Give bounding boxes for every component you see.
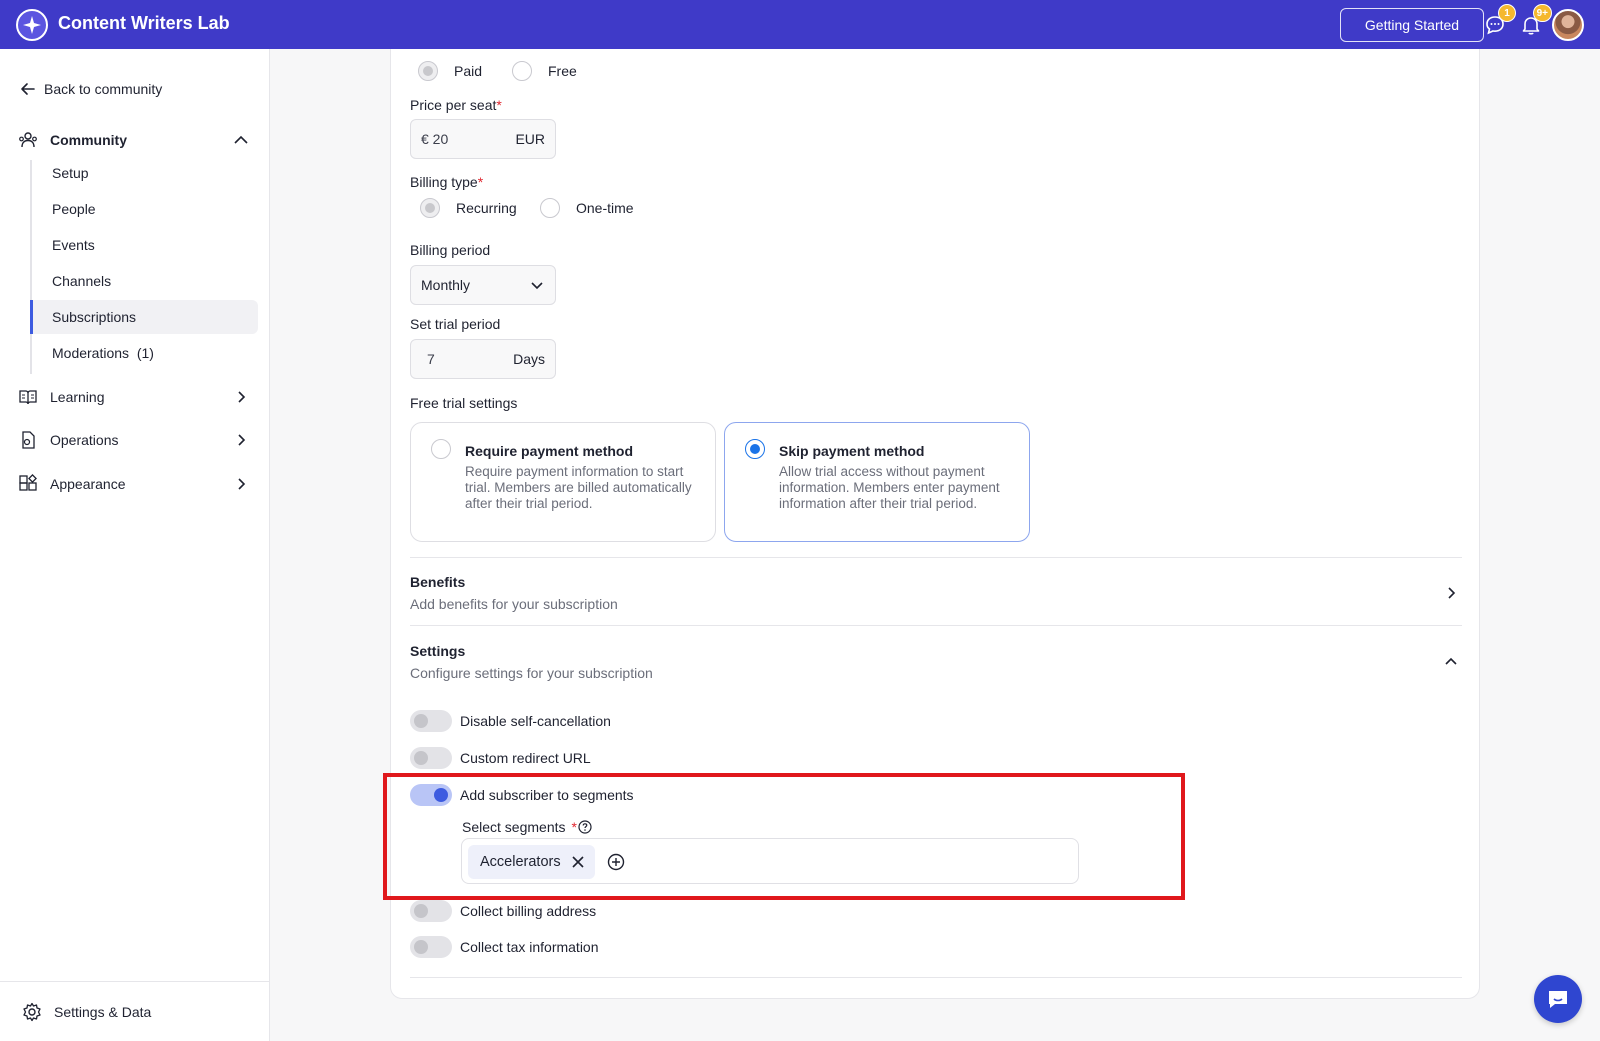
settings-section-header[interactable]: Settings Configure settings for your sub… (410, 643, 1462, 683)
require-payment-radio[interactable] (431, 439, 451, 459)
billing-period-select[interactable]: Monthly (410, 265, 556, 305)
messages-button[interactable]: 1 (1482, 4, 1516, 38)
custom-redirect-url-toggle[interactable] (410, 747, 452, 769)
chevron-down-icon (531, 282, 543, 290)
toggle-label: Custom redirect URL (460, 750, 591, 766)
paid-radio[interactable] (418, 61, 438, 81)
divider (410, 557, 1462, 558)
chevron-up-icon (234, 135, 248, 144)
benefits-section-header[interactable]: Benefits Add benefits for your subscript… (410, 574, 1462, 614)
chevron-up-icon (1445, 657, 1457, 665)
operations-label: Operations (50, 432, 119, 448)
nav-learning[interactable]: Learning (18, 384, 250, 410)
chevron-right-icon (238, 434, 246, 446)
divider (410, 625, 1462, 626)
back-label: Back to community (44, 81, 163, 97)
currency-label: EUR (515, 131, 545, 147)
book-icon (19, 390, 37, 405)
billing-period-label: Billing period (410, 242, 491, 258)
free-label: Free (548, 63, 577, 79)
support-chat-button[interactable] (1534, 975, 1582, 1023)
learning-label: Learning (50, 389, 105, 405)
back-to-community-link[interactable]: Back to community (20, 81, 162, 97)
price-per-seat-label: Price per seat* (410, 97, 502, 113)
appearance-label: Appearance (50, 476, 126, 492)
one-time-label: One-time (576, 200, 634, 216)
require-payment-desc: Require payment information to start tri… (465, 464, 692, 511)
notifications-button[interactable]: 9+ (1518, 4, 1552, 38)
sparkle-icon (23, 16, 41, 34)
chevron-right-icon (238, 391, 246, 403)
gear-icon (23, 1002, 41, 1021)
toggle-row-collect-tax-information: Collect tax information (410, 936, 599, 958)
one-time-radio[interactable] (540, 198, 560, 218)
sidebar-item-subscriptions[interactable]: Subscriptions (30, 300, 258, 334)
user-avatar[interactable] (1552, 9, 1584, 41)
benefits-title: Benefits (410, 574, 466, 590)
require-payment-option[interactable]: Require payment method Require payment i… (410, 422, 716, 542)
sidebar-item-events[interactable]: Events (30, 228, 258, 262)
trial-period-label: Set trial period (410, 316, 501, 332)
toggle-row-collect-billing-address: Collect billing address (410, 900, 596, 922)
settings-subtitle: Configure settings for your subscription (410, 665, 653, 681)
notifications-badge: 9+ (1532, 4, 1552, 22)
app-title[interactable]: Content Writers Lab (58, 13, 230, 34)
pricing-free-option[interactable]: Free (512, 61, 577, 81)
community-label: Community (50, 132, 127, 148)
skip-payment-radio[interactable] (745, 439, 765, 459)
toggle-row-custom-redirect-url: Custom redirect URL (410, 747, 591, 769)
billing-one-time-option[interactable]: One-time (540, 198, 634, 218)
top-bar: Content Writers Lab Getting Started 1 9+ (0, 0, 1600, 49)
billing-period-value: Monthly (421, 277, 471, 293)
billing-type-label: Billing type* (410, 174, 484, 190)
skip-payment-title: Skip payment method (779, 443, 925, 459)
nav-community[interactable]: Community (18, 127, 250, 153)
widgets-icon (19, 474, 37, 491)
toggle-label: Collect billing address (460, 903, 597, 919)
toggle-label: Collect tax information (460, 939, 599, 955)
billing-recurring-option[interactable]: Recurring (420, 198, 517, 218)
nav-appearance[interactable]: Appearance (18, 471, 250, 497)
price-value: € 20 (421, 131, 449, 147)
free-radio[interactable] (512, 61, 532, 81)
paid-label: Paid (454, 63, 483, 79)
getting-started-button[interactable]: Getting Started (1340, 8, 1484, 42)
trial-period-input[interactable]: 7 Days (410, 339, 556, 379)
require-payment-title: Require payment method (465, 443, 634, 459)
nav-operations[interactable]: Operations (18, 427, 250, 453)
sidebar: Back to community Community Setup People… (0, 49, 270, 1041)
pricing-paid-option[interactable]: Paid (418, 61, 482, 81)
trial-value: 7 (427, 351, 435, 367)
sidebar-item-people[interactable]: People (30, 192, 258, 226)
skip-payment-desc: Allow trial access without payment infor… (779, 464, 1000, 511)
toggle-label: Disable self-cancellation (460, 713, 611, 729)
chevron-right-icon (238, 478, 246, 490)
messages-badge: 1 (1498, 4, 1516, 22)
document-gear-icon (22, 431, 35, 449)
sidebar-item-setup[interactable]: Setup (30, 156, 258, 190)
recurring-label: Recurring (456, 200, 517, 216)
free-trial-settings-label: Free trial settings (410, 395, 518, 411)
recurring-radio[interactable] (420, 198, 440, 218)
sidebar-item-moderations[interactable]: Moderations (1) (30, 336, 258, 370)
benefits-subtitle: Add benefits for your subscription (410, 596, 618, 612)
settings-title: Settings (410, 643, 466, 659)
chat-icon (1549, 991, 1567, 1008)
disable-self-cancellation-toggle[interactable] (410, 710, 452, 732)
collect-billing-address-toggle[interactable] (410, 900, 452, 922)
community-icon (19, 132, 37, 148)
skip-payment-option[interactable]: Skip payment method Allow trial access w… (724, 422, 1030, 542)
trial-unit: Days (513, 351, 545, 367)
arrow-left-icon (21, 83, 35, 95)
chevron-right-icon (1448, 587, 1456, 599)
toggle-row-disable-self-cancellation: Disable self-cancellation (410, 710, 611, 732)
collect-tax-information-toggle[interactable] (410, 936, 452, 958)
app-logo[interactable] (16, 9, 48, 41)
settings-data-link[interactable]: Settings & Data (0, 981, 270, 1041)
divider (410, 977, 1462, 978)
sidebar-item-channels[interactable]: Channels (30, 264, 258, 298)
price-input[interactable]: € 20 EUR (410, 119, 556, 159)
settings-data-label: Settings & Data (54, 1003, 152, 1020)
highlight-box (383, 773, 1185, 900)
